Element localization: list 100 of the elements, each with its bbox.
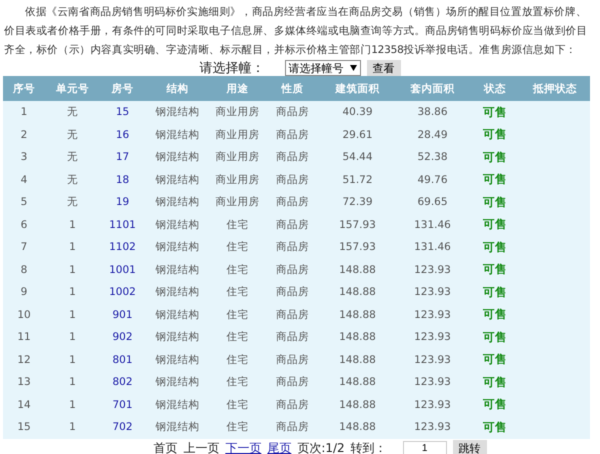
table-cell-text: 11 (16, 331, 32, 344)
table-cell-text: 住宅 (226, 240, 250, 254)
table-cell-text: 157.93 (338, 241, 377, 254)
table-cell-text: 7 (20, 241, 28, 254)
table-cell-text: 148.88 (338, 308, 377, 321)
table-cell-text: 123.93 (413, 354, 452, 366)
table-cell-text: 商品房 (275, 308, 310, 322)
column-header: 房号 (110, 82, 134, 96)
table-cell-text: 钢混结构 (154, 105, 200, 120)
jump-button[interactable]: 跳转 (452, 440, 487, 454)
status-text: 可售 (482, 284, 508, 300)
status-text: 可售 (482, 420, 508, 435)
table-cell-text: 4 (20, 174, 28, 186)
table-cell-text: 123.93 (413, 421, 452, 434)
room-link[interactable]: 701 (100, 398, 145, 411)
room-link[interactable]: 902 (100, 331, 145, 344)
table-cell-text: 29.61 (341, 128, 374, 141)
table-cell-text: 15 (16, 421, 32, 434)
table-cell-text: 54.44 (341, 151, 374, 164)
status-text: 可售 (482, 104, 508, 120)
status-text: 可售 (482, 330, 508, 345)
table-cell-text: 72.39 (341, 196, 374, 208)
column-header: 性质 (280, 82, 304, 96)
table-cell-text: 8 (20, 264, 28, 276)
table-cell-text: 钢混结构 (154, 262, 200, 277)
room-link[interactable]: 801 (100, 354, 145, 366)
room-link[interactable]: 19 (100, 196, 145, 208)
room-link[interactable]: 901 (100, 308, 145, 321)
room-link[interactable]: 1102 (100, 241, 145, 254)
table-cell-text: 无 (66, 150, 79, 164)
table-cell-text: 商品房 (275, 285, 310, 300)
view-button[interactable]: 查看 (366, 60, 400, 76)
table-cell-text: 钢混结构 (154, 172, 200, 187)
room-link[interactable]: 18 (100, 174, 145, 186)
table-cell-text: 49.76 (416, 174, 449, 186)
status-text: 可售 (482, 397, 508, 412)
table-cell-text: 5 (20, 196, 28, 208)
table-cell-text: 28.49 (416, 128, 449, 141)
table-cell-text: 1 (68, 398, 77, 411)
page-input[interactable]: 1 (402, 441, 447, 454)
room-link[interactable]: 1101 (100, 218, 145, 231)
table-cell-text: 无 (66, 128, 79, 142)
table-cell-text: 无 (66, 195, 79, 210)
room-link[interactable]: 702 (100, 421, 145, 434)
room-link[interactable]: 1001 (100, 264, 145, 276)
table-cell-text: 148.88 (338, 354, 377, 366)
table-cell-text: 商业用房 (214, 105, 260, 120)
table-cell-text: 6 (20, 218, 28, 231)
table-cell-text: 157.93 (338, 218, 377, 231)
table-cell-text: 商业用房 (214, 172, 260, 187)
room-link[interactable]: 15 (100, 106, 145, 118)
table-cell-text: 131.46 (413, 218, 452, 231)
table-cell-text: 商品房 (275, 240, 310, 254)
table-cell-text: 住宅 (226, 285, 250, 300)
table-cell-text: 住宅 (226, 420, 250, 434)
table-cell-text: 1 (68, 286, 77, 298)
table-cell-text: 商品房 (275, 398, 310, 412)
room-link[interactable]: 17 (100, 151, 145, 164)
status-text: 可售 (482, 352, 508, 368)
table-cell-text: 123.93 (413, 331, 452, 344)
table-cell-text: 1 (68, 354, 77, 366)
page-link[interactable]: 尾页 (267, 440, 292, 454)
table-cell-text: 住宅 (226, 352, 250, 367)
room-link[interactable]: 16 (100, 128, 145, 141)
caret-icon (350, 65, 356, 71)
room-link[interactable]: 802 (100, 376, 145, 388)
table-cell-text: 商品房 (275, 420, 310, 434)
table-cell-text: 商业用房 (214, 150, 260, 164)
table-cell-text: 131.46 (413, 241, 452, 254)
table-cell-text: 123.93 (413, 308, 452, 321)
table-cell-text: 钢混结构 (154, 150, 200, 164)
table-cell-text: 钢混结构 (154, 330, 200, 344)
table-cell-text: 148.88 (338, 286, 377, 298)
goto-label: 转到： (350, 440, 387, 454)
table-cell-text: 钢混结构 (154, 308, 200, 322)
room-link[interactable]: 1002 (100, 286, 145, 298)
table-cell-text: 商品房 (275, 330, 310, 344)
status-text: 可售 (482, 194, 508, 210)
notice-paragraph: 依据《云南省商品房销售明码标价实施细则》，商品房经营者应当在商品房交易（销售）场所的醒目位置放置标价牌、价目表或者价格手册，有条件的可同时采取电子信息屏、多媒体终端或电脑查询等方式。商品房销售明码标价应当做到价目齐全，标价（示）内容真实明确、字迹清晰、标示醒目，并标示价格主管部门12358投诉举报电话。准售房源信息如下： (3, 5, 588, 58)
table-cell-text: 123.93 (413, 398, 452, 411)
status-text: 可售 (482, 262, 508, 278)
table-cell-text: 钢混结构 (154, 420, 200, 434)
table-cell-text: 商品房 (275, 128, 310, 142)
table-cell-text: 1 (68, 331, 77, 344)
table-cell-text: 钢混结构 (154, 128, 200, 142)
page-info: 页次:1/2 (297, 440, 345, 454)
table-cell-text: 9 (20, 286, 28, 298)
building-dropdown[interactable]: 请选择幢号 (284, 60, 360, 76)
table-cell-text: 1 (68, 218, 77, 231)
table-cell-text: 钢混结构 (154, 285, 200, 300)
table-cell-text: 商品房 (275, 375, 310, 390)
table-cell-text: 商品房 (275, 105, 310, 120)
page-link[interactable]: 下一页 (225, 440, 262, 454)
status-text: 可售 (482, 240, 508, 255)
table-cell-text: 51.72 (341, 174, 374, 186)
table-cell-text: 1 (68, 241, 77, 254)
table-cell-text: 148.88 (338, 331, 377, 344)
table-cell-text: 钢混结构 (154, 218, 200, 232)
column-header: 单元号 (55, 82, 90, 96)
table-cell-text: 69.65 (416, 196, 449, 208)
